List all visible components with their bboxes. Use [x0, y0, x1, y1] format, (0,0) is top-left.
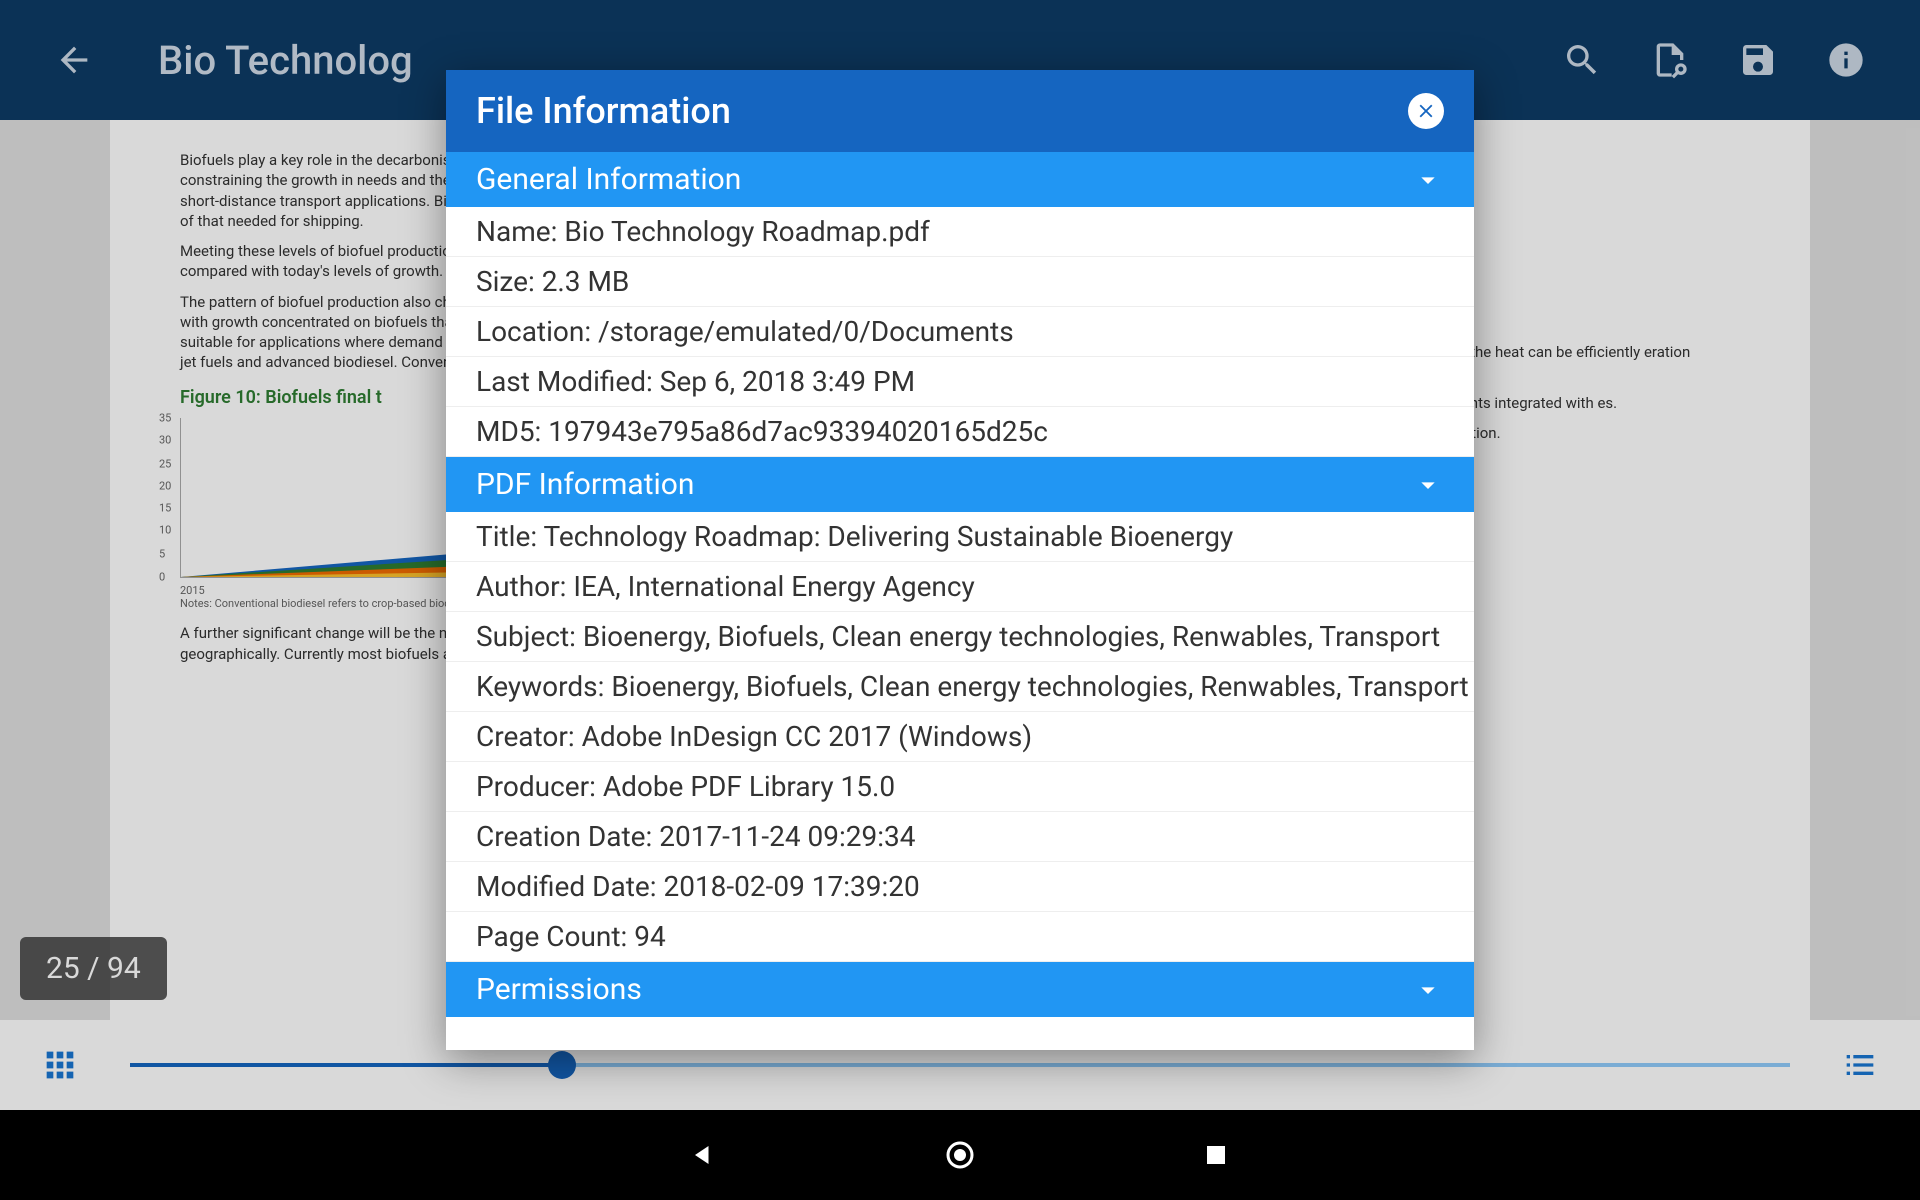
field-page-count: Page Count: 94 — [446, 912, 1474, 962]
field-creation-date: Creation Date: 2017-11-24 09:29:34 — [446, 812, 1474, 862]
field-title: Title: Technology Roadmap: Delivering Su… — [446, 512, 1474, 562]
system-navbar — [0, 1110, 1920, 1200]
dialog-header: File Information — [446, 70, 1474, 152]
section-title: General Information — [476, 162, 741, 197]
field-location: Location: /storage/emulated/0/Documents — [446, 307, 1474, 357]
nav-home-icon[interactable] — [942, 1137, 978, 1173]
nav-back-icon[interactable] — [686, 1137, 722, 1173]
modal-overlay[interactable]: File Information General Information Nam… — [0, 0, 1920, 1110]
field-keywords: Keywords: Bioenergy, Biofuels, Clean ene… — [446, 662, 1474, 712]
dialog-title: File Information — [476, 90, 731, 132]
field-creator: Creator: Adobe InDesign CC 2017 (Windows… — [446, 712, 1474, 762]
field-last-modified: Last Modified: Sep 6, 2018 3:49 PM — [446, 357, 1474, 407]
section-pdf[interactable]: PDF Information — [446, 457, 1474, 512]
field-author: Author: IEA, International Energy Agency — [446, 562, 1474, 612]
section-title: PDF Information — [476, 467, 694, 502]
field-subject: Subject: Bioenergy, Biofuels, Clean ener… — [446, 612, 1474, 662]
section-title: Permissions — [476, 972, 642, 1007]
section-general[interactable]: General Information — [446, 152, 1474, 207]
field-producer: Producer: Adobe PDF Library 15.0 — [446, 762, 1474, 812]
chevron-down-icon — [1412, 469, 1444, 501]
close-icon[interactable] — [1408, 93, 1444, 129]
chevron-down-icon — [1412, 974, 1444, 1006]
chevron-down-icon — [1412, 164, 1444, 196]
field-size: Size: 2.3 MB — [446, 257, 1474, 307]
section-permissions[interactable]: Permissions — [446, 962, 1474, 1017]
field-name: Name: Bio Technology Roadmap.pdf — [446, 207, 1474, 257]
file-info-dialog: File Information General Information Nam… — [446, 70, 1474, 1050]
field-modified-date: Modified Date: 2018-02-09 17:39:20 — [446, 862, 1474, 912]
nav-recent-icon[interactable] — [1198, 1137, 1234, 1173]
field-md5: MD5: 197943e795a86d7ac93394020165d25c — [446, 407, 1474, 457]
